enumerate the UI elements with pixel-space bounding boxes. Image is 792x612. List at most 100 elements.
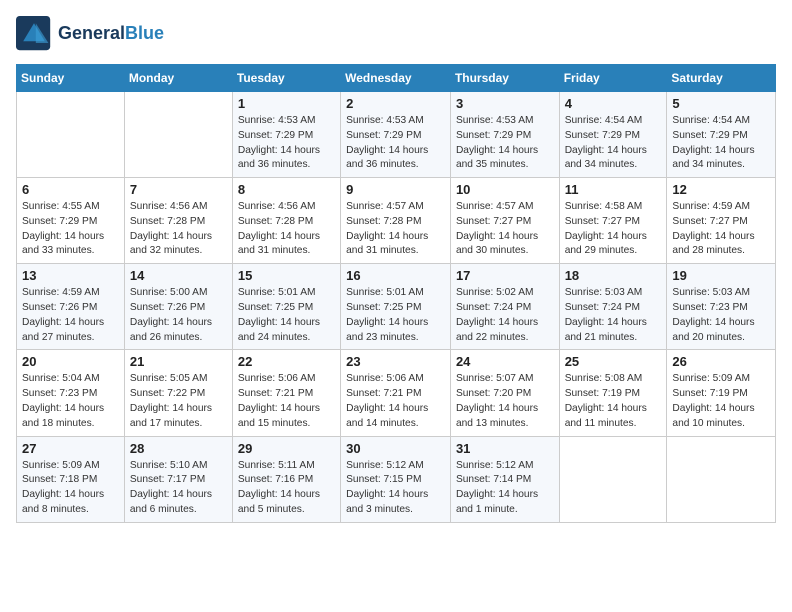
day-number: 3	[456, 96, 554, 111]
weekday-header: Tuesday	[232, 65, 340, 92]
cell-info: Sunrise: 5:04 AM Sunset: 7:23 PM Dayligh…	[22, 372, 119, 431]
calendar-cell: 16Sunrise: 5:01 AM Sunset: 7:25 PM Dayli…	[341, 264, 451, 350]
day-number: 5	[672, 96, 770, 111]
cell-info: Sunrise: 5:11 AM Sunset: 7:16 PM Dayligh…	[238, 459, 335, 518]
day-number: 29	[238, 441, 335, 456]
cell-info: Sunrise: 5:06 AM Sunset: 7:21 PM Dayligh…	[238, 372, 335, 431]
calendar-cell: 7 Sunrise: 4:56 AM Sunset: 7:28 PM Daylig…	[124, 178, 232, 264]
cell-info: Sunrise: 5:06 AM Sunset: 7:21 PM Dayligh…	[346, 372, 445, 431]
cell-info: Sunrise: 5:05 AM Sunset: 7:22 PM Dayligh…	[130, 372, 227, 431]
calendar-cell: 8Sunrise: 4:56 AM Sunset: 7:28 PM Daylig…	[232, 178, 340, 264]
calendar-cell: 5 Sunrise: 4:54 AM Sunset: 7:29 PM Daylig…	[667, 92, 776, 178]
day-number: 16	[346, 268, 445, 283]
calendar-cell: 13 Sunrise: 4:59 AM Sunset: 7:26 PM Dayli…	[17, 264, 125, 350]
logo-icon	[16, 16, 52, 52]
weekday-header: Wednesday	[341, 65, 451, 92]
cell-info: Sunrise: 5:03 AM Sunset: 7:23 PM Dayligh…	[672, 286, 770, 345]
cell-info: Sunrise: 4:54 AM Sunset: 7:29 PM Dayligh…	[565, 114, 662, 173]
calendar-cell: 24Sunrise: 5:07 AM Sunset: 7:20 PM Dayli…	[450, 350, 559, 436]
calendar-week-row: 27 Sunrise: 5:09 AM Sunset: 7:18 PM Dayli…	[17, 436, 776, 522]
cell-info: Sunrise: 4:56 AM Sunset: 7:28 PM Dayligh…	[238, 200, 335, 259]
cell-info: Sunrise: 5:00 AM Sunset: 7:26 PM Dayligh…	[130, 286, 227, 345]
day-number: 22	[238, 354, 335, 369]
calendar-cell	[17, 92, 125, 178]
day-number: 6	[22, 182, 119, 197]
day-number: 13	[22, 268, 119, 283]
calendar-cell: 1 Sunrise: 4:53 AM Sunset: 7:29 PM Daylig…	[232, 92, 340, 178]
day-number: 7	[130, 182, 227, 197]
weekday-header: Monday	[124, 65, 232, 92]
cell-info: Sunrise: 5:08 AM Sunset: 7:19 PM Dayligh…	[565, 372, 662, 431]
calendar-cell: 25 Sunrise: 5:08 AM Sunset: 7:19 PM Dayli…	[559, 350, 667, 436]
calendar-cell: 21 Sunrise: 5:05 AM Sunset: 7:22 PM Dayli…	[124, 350, 232, 436]
day-number: 27	[22, 441, 119, 456]
day-number: 19	[672, 268, 770, 283]
page-header: GeneralBlue	[16, 16, 776, 52]
day-number: 18	[565, 268, 662, 283]
logo-text: GeneralBlue	[58, 24, 164, 44]
calendar-cell	[667, 436, 776, 522]
day-number: 11	[565, 182, 662, 197]
cell-info: Sunrise: 5:12 AM Sunset: 7:15 PM Dayligh…	[346, 459, 445, 518]
cell-info: Sunrise: 5:12 AM Sunset: 7:14 PM Dayligh…	[456, 459, 554, 518]
calendar-week-row: 1 Sunrise: 4:53 AM Sunset: 7:29 PM Daylig…	[17, 92, 776, 178]
calendar-cell: 14 Sunrise: 5:00 AM Sunset: 7:26 PM Dayli…	[124, 264, 232, 350]
day-number: 15	[238, 268, 335, 283]
calendar-cell: 3 Sunrise: 4:53 AM Sunset: 7:29 PM Daylig…	[450, 92, 559, 178]
calendar-cell: 29 Sunrise: 5:11 AM Sunset: 7:16 PM Dayli…	[232, 436, 340, 522]
calendar-cell: 12Sunrise: 4:59 AM Sunset: 7:27 PM Dayli…	[667, 178, 776, 264]
cell-info: Sunrise: 4:59 AM Sunset: 7:26 PM Dayligh…	[22, 286, 119, 345]
calendar-cell: 28 Sunrise: 5:10 AM Sunset: 7:17 PM Dayli…	[124, 436, 232, 522]
cell-info: Sunrise: 4:59 AM Sunset: 7:27 PM Dayligh…	[672, 200, 770, 259]
calendar-week-row: 13 Sunrise: 4:59 AM Sunset: 7:26 PM Dayli…	[17, 264, 776, 350]
day-number: 30	[346, 441, 445, 456]
cell-info: Sunrise: 5:09 AM Sunset: 7:19 PM Dayligh…	[672, 372, 770, 431]
cell-info: Sunrise: 5:09 AM Sunset: 7:18 PM Dayligh…	[22, 459, 119, 518]
calendar-cell: 23 Sunrise: 5:06 AM Sunset: 7:21 PM Dayli…	[341, 350, 451, 436]
cell-info: Sunrise: 4:53 AM Sunset: 7:29 PM Dayligh…	[346, 114, 445, 173]
logo: GeneralBlue	[16, 16, 164, 52]
day-number: 1	[238, 96, 335, 111]
day-number: 25	[565, 354, 662, 369]
cell-info: Sunrise: 5:01 AM Sunset: 7:25 PM Dayligh…	[238, 286, 335, 345]
calendar-table: SundayMondayTuesdayWednesdayThursdayFrid…	[16, 64, 776, 523]
day-number: 14	[130, 268, 227, 283]
calendar-cell: 22 Sunrise: 5:06 AM Sunset: 7:21 PM Dayli…	[232, 350, 340, 436]
cell-info: Sunrise: 4:57 AM Sunset: 7:28 PM Dayligh…	[346, 200, 445, 259]
calendar-cell: 11 Sunrise: 4:58 AM Sunset: 7:27 PM Dayli…	[559, 178, 667, 264]
calendar-cell: 10Sunrise: 4:57 AM Sunset: 7:27 PM Dayli…	[450, 178, 559, 264]
calendar-cell: 26 Sunrise: 5:09 AM Sunset: 7:19 PM Dayli…	[667, 350, 776, 436]
cell-info: Sunrise: 4:54 AM Sunset: 7:29 PM Dayligh…	[672, 114, 770, 173]
calendar-cell	[559, 436, 667, 522]
cell-info: Sunrise: 4:57 AM Sunset: 7:27 PM Dayligh…	[456, 200, 554, 259]
cell-info: Sunrise: 5:02 AM Sunset: 7:24 PM Dayligh…	[456, 286, 554, 345]
calendar-cell: 17Sunrise: 5:02 AM Sunset: 7:24 PM Dayli…	[450, 264, 559, 350]
calendar-week-row: 6 Sunrise: 4:55 AM Sunset: 7:29 PM Daylig…	[17, 178, 776, 264]
weekday-header: Friday	[559, 65, 667, 92]
day-number: 31	[456, 441, 554, 456]
cell-info: Sunrise: 4:53 AM Sunset: 7:29 PM Dayligh…	[456, 114, 554, 173]
calendar-cell: 2 Sunrise: 4:53 AM Sunset: 7:29 PM Daylig…	[341, 92, 451, 178]
cell-info: Sunrise: 4:53 AM Sunset: 7:29 PM Dayligh…	[238, 114, 335, 173]
cell-info: Sunrise: 5:10 AM Sunset: 7:17 PM Dayligh…	[130, 459, 227, 518]
day-number: 26	[672, 354, 770, 369]
calendar-cell: 27 Sunrise: 5:09 AM Sunset: 7:18 PM Dayli…	[17, 436, 125, 522]
cell-info: Sunrise: 4:58 AM Sunset: 7:27 PM Dayligh…	[565, 200, 662, 259]
day-number: 21	[130, 354, 227, 369]
calendar-cell: 15 Sunrise: 5:01 AM Sunset: 7:25 PM Dayli…	[232, 264, 340, 350]
cell-info: Sunrise: 5:03 AM Sunset: 7:24 PM Dayligh…	[565, 286, 662, 345]
calendar-cell: 20Sunrise: 5:04 AM Sunset: 7:23 PM Dayli…	[17, 350, 125, 436]
weekday-header: Saturday	[667, 65, 776, 92]
day-number: 28	[130, 441, 227, 456]
calendar-cell	[124, 92, 232, 178]
day-number: 23	[346, 354, 445, 369]
calendar-cell: 6 Sunrise: 4:55 AM Sunset: 7:29 PM Daylig…	[17, 178, 125, 264]
day-number: 9	[346, 182, 445, 197]
day-number: 2	[346, 96, 445, 111]
cell-info: Sunrise: 4:55 AM Sunset: 7:29 PM Dayligh…	[22, 200, 119, 259]
day-number: 4	[565, 96, 662, 111]
calendar-week-row: 20Sunrise: 5:04 AM Sunset: 7:23 PM Dayli…	[17, 350, 776, 436]
cell-info: Sunrise: 4:56 AM Sunset: 7:28 PM Dayligh…	[130, 200, 227, 259]
weekday-header-row: SundayMondayTuesdayWednesdayThursdayFrid…	[17, 65, 776, 92]
weekday-header: Thursday	[450, 65, 559, 92]
